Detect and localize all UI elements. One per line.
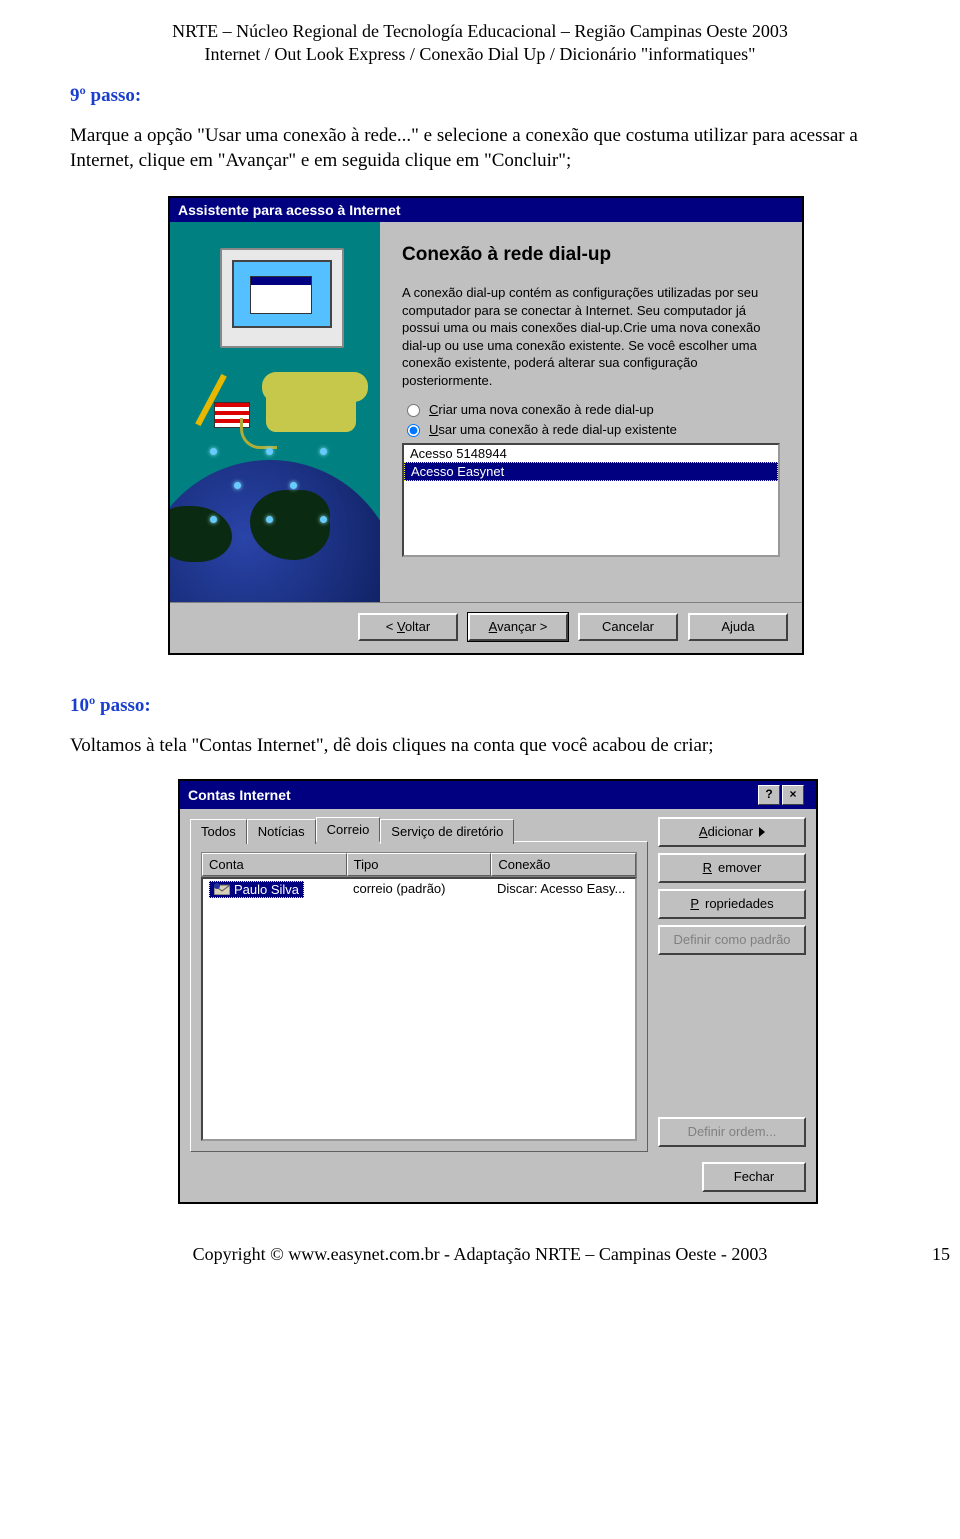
radio-use-existing[interactable]: Usar uma conexão à rede dial-up existent… bbox=[402, 421, 780, 437]
tab-correio[interactable]: Correio bbox=[316, 817, 381, 842]
remove-button[interactable]: Remover bbox=[658, 853, 806, 883]
radio-use-existing-input[interactable] bbox=[407, 424, 420, 437]
footer-text: Copyright © www.easynet.com.br - Adaptaç… bbox=[193, 1244, 768, 1264]
step9-heading: 9º passo: bbox=[70, 85, 890, 107]
table-row[interactable]: Paulo Silva correio (padrão) Discar: Ace… bbox=[203, 879, 635, 901]
cancel-button[interactable]: Cancelar bbox=[578, 613, 678, 641]
next-button[interactable]: Avançar > bbox=[468, 613, 568, 641]
phone-base-icon bbox=[266, 384, 356, 432]
col-header-tipo[interactable]: Tipo bbox=[347, 853, 492, 876]
accounts-titlebar: Contas Internet bbox=[188, 787, 291, 803]
list-item[interactable]: Acesso 5148944 bbox=[404, 445, 778, 462]
step10-text: Voltamos à tela "Contas Internet", dê do… bbox=[70, 733, 890, 759]
step9-text: Marque a opção "Usar uma conexão à rede.… bbox=[70, 123, 890, 174]
list-item-selected[interactable]: Acesso Easynet bbox=[404, 462, 778, 481]
set-order-button: Definir ordem... bbox=[658, 1117, 806, 1147]
back-button[interactable]: < Voltar bbox=[358, 613, 458, 641]
tab-todos[interactable]: Todos bbox=[190, 819, 247, 844]
tab-servico[interactable]: Serviço de diretório bbox=[380, 819, 514, 844]
radio-create-new[interactable]: Criar uma nova conexão à rede dial-up bbox=[402, 401, 780, 417]
accounts-window: Contas Internet ? × Todos Notícias Corre… bbox=[178, 779, 818, 1204]
add-button[interactable]: Adicionar bbox=[658, 817, 806, 847]
properties-button[interactable]: Propriedades bbox=[658, 889, 806, 919]
page-number: 15 bbox=[932, 1244, 950, 1265]
wizard-titlebar: Assistente para acesso à Internet bbox=[170, 198, 802, 222]
globe-icon bbox=[170, 460, 380, 602]
close-button[interactable]: Fechar bbox=[702, 1162, 806, 1192]
cell-conta: Paulo Silva bbox=[234, 882, 299, 897]
set-default-button: Definir como padrão bbox=[658, 925, 806, 955]
close-icon[interactable]: × bbox=[782, 785, 804, 805]
cell-tipo: correio (padrão) bbox=[347, 879, 491, 901]
wizard-paragraph: A conexão dial-up contém as configuraçõe… bbox=[402, 284, 780, 389]
tab-noticias[interactable]: Notícias bbox=[247, 819, 316, 844]
col-header-conta[interactable]: Conta bbox=[202, 853, 347, 876]
wizard-illustration bbox=[170, 222, 380, 602]
radio-create-new-input[interactable] bbox=[407, 404, 420, 417]
header-line1: NRTE – Núcleo Regional de Tecnología Edu… bbox=[70, 20, 890, 43]
wizard-heading: Conexão à rede dial-up bbox=[402, 244, 780, 266]
help-button[interactable]: Ajuda bbox=[688, 613, 788, 641]
radio-new-accel: C bbox=[429, 402, 438, 417]
accounts-list[interactable]: Paulo Silva correio (padrão) Discar: Ace… bbox=[201, 877, 637, 1141]
radio-new-text: riar uma nova conexão à rede dial-up bbox=[438, 402, 653, 417]
chevron-right-icon bbox=[759, 827, 765, 837]
col-header-conexao[interactable]: Conexão bbox=[491, 853, 636, 876]
mail-account-icon bbox=[214, 883, 230, 895]
radio-use-accel: U bbox=[429, 422, 438, 437]
step10-heading: 10º passo: bbox=[70, 695, 890, 717]
wizard-window: Assistente para acesso à Internet bbox=[168, 196, 804, 655]
help-icon[interactable]: ? bbox=[758, 785, 780, 805]
monitor-icon bbox=[220, 248, 344, 348]
header-line2: Internet / Out Look Express / Conexão Di… bbox=[70, 43, 890, 66]
connections-listbox[interactable]: Acesso 5148944 Acesso Easynet bbox=[402, 443, 780, 557]
radio-use-text: sar uma conexão à rede dial-up existente bbox=[438, 422, 676, 437]
cell-conexao: Discar: Acesso Easy... bbox=[491, 879, 635, 901]
